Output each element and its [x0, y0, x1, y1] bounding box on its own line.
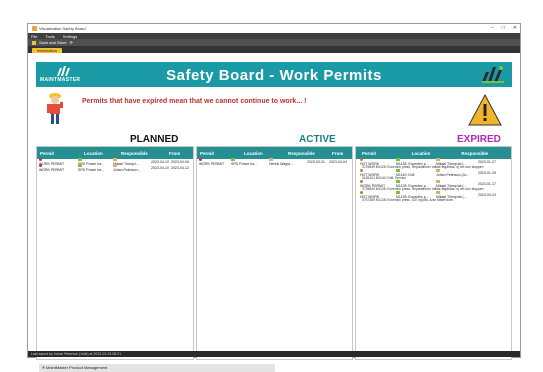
header-banner: MAINTMASTER Safety Board - Work Permits: [36, 62, 512, 87]
minimize-button[interactable]: –: [491, 24, 494, 33]
window-title: Visualization Safety Board: [39, 26, 86, 31]
person-icon: [436, 180, 440, 183]
maximize-button[interactable]: □: [502, 24, 505, 33]
title-bar: Visualization Safety Board – □ ✕: [28, 24, 520, 33]
warning-row: Permits that have expired mean that we c…: [36, 89, 512, 131]
app-icon: [32, 26, 37, 31]
planned-rows: WORK PERMIT SPD Power Ira... Mikael Törn…: [37, 158, 193, 172]
expired-rows: HOT WORK M1128: Eccentric p... Mikael Tö…: [356, 158, 511, 203]
footer-credit: ® MaintMaster Product Management: [39, 364, 275, 372]
active-col-from[interactable]: From: [332, 151, 352, 156]
menu-settings[interactable]: Settings: [63, 34, 77, 39]
machine-icon: [78, 164, 82, 167]
machine-icon: [396, 180, 400, 183]
machine-icon: [396, 169, 400, 172]
status-dot-icon: [199, 158, 202, 161]
expired-title: EXPIRED: [457, 134, 501, 145]
worker-icon: [47, 93, 63, 124]
app-window: Visualization Safety Board – □ ✕ File To…: [27, 23, 521, 372]
status-bar: Last saved by Johan Peterson (Jolle) at …: [28, 351, 520, 357]
page-title: Safety Board - Work Permits: [166, 67, 382, 84]
planned-col-permit[interactable]: Permit: [37, 151, 84, 156]
expired-col-permit[interactable]: Permit: [356, 151, 412, 156]
tab-strip: Information: [28, 46, 520, 53]
menu-file[interactable]: File: [31, 34, 37, 39]
active-title: ACTIVE: [299, 134, 336, 145]
person-icon: [269, 158, 273, 161]
status-dot-icon: [360, 169, 363, 172]
active-col-responsible[interactable]: Responsible: [288, 151, 332, 156]
toolbar: Save and Store ⟳: [28, 39, 520, 46]
status-dot-icon: [360, 180, 363, 183]
person-icon: [436, 169, 440, 172]
active-panel: Permit Location Responsible From WORK PE…: [196, 146, 353, 360]
status-dot-icon: [360, 158, 363, 161]
planned-col-location[interactable]: Location: [84, 151, 121, 156]
status-dot-icon: [39, 158, 42, 161]
expired-col-responsible[interactable]: Responsible: [461, 151, 511, 156]
safety-board-icon: [482, 66, 504, 83]
person-icon: [436, 158, 440, 161]
person-icon: [113, 164, 117, 167]
status-dot-icon: [39, 164, 42, 167]
machine-icon: [396, 158, 400, 161]
table-row[interactable]: WORK PERMIT SPD Power Ira... Johan Peter…: [37, 164, 193, 172]
warning-message: Permits that have expired mean that we c…: [82, 98, 307, 105]
planned-title: PLANNED: [130, 134, 179, 145]
save-icon: [32, 40, 36, 45]
machine-icon: [78, 158, 82, 161]
dashboard-content: MAINTMASTER Safety Board - Work Permits: [30, 53, 518, 372]
machine-icon: [396, 191, 400, 194]
refresh-button[interactable]: ⟳: [70, 40, 73, 45]
active-rows: WORK PERMIT SPD Power Ira... Henrik Wags…: [197, 158, 352, 166]
planned-panel: Permit Location Responsible From WORK PE…: [36, 146, 194, 360]
status-dot-icon: [360, 191, 363, 194]
list-item[interactable]: HOT WORK M1128: Eccentric p... Mikael Tö…: [356, 191, 511, 203]
expired-panel: Permit Location Responsible HOT WORK M11…: [355, 146, 512, 360]
warning-triangle-icon: [468, 94, 502, 126]
save-button[interactable]: Save and Store: [39, 40, 67, 45]
planned-col-from[interactable]: From: [169, 151, 191, 156]
person-icon: [436, 191, 440, 194]
machine-icon: [231, 158, 235, 161]
expired-col-location[interactable]: Location: [412, 151, 462, 156]
table-row[interactable]: WORK PERMIT SPD Power Ira... Henrik Wags…: [197, 158, 352, 166]
active-col-location[interactable]: Location: [244, 151, 288, 156]
close-button[interactable]: ✕: [513, 24, 517, 33]
person-icon: [113, 158, 117, 161]
planned-col-responsible[interactable]: Responsible: [121, 151, 169, 156]
active-col-permit[interactable]: Permit: [197, 151, 244, 156]
menu-tools[interactable]: Tools: [45, 34, 54, 39]
